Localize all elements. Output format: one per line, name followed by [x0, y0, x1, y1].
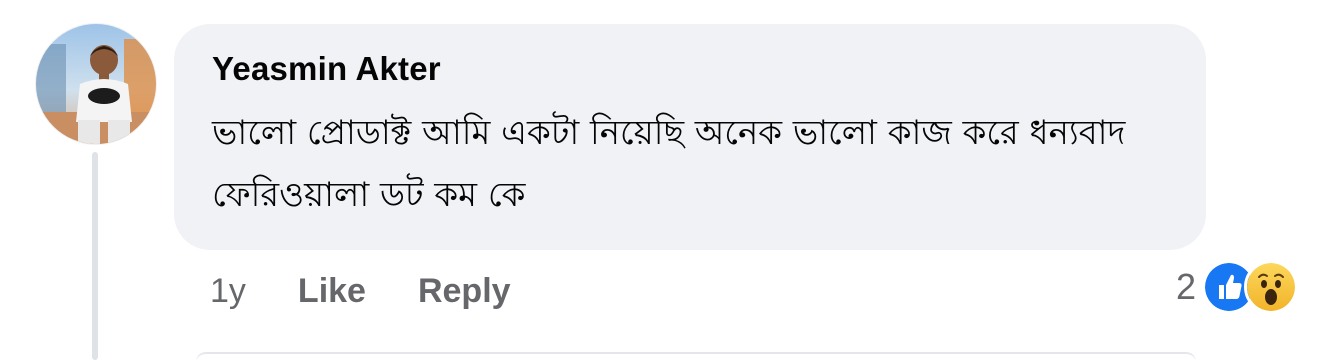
comment-container: Yeasmin Akter ভালো প্রোডাক্ট আমি একটা নি… [0, 0, 1320, 360]
comment-timestamp[interactable]: 1y [210, 272, 246, 311]
avatar-photo-icon [36, 24, 156, 144]
reaction-summary[interactable]: 2 [1175, 260, 1298, 314]
comment-author-name[interactable]: Yeasmin Akter [212, 50, 441, 88]
comment-actions: 1y Like Reply [210, 268, 511, 314]
avatar[interactable] [36, 24, 156, 144]
wow-reaction-icon [1244, 260, 1298, 314]
comment-text: ভালো প্রোডাক্ট আমি একটা নিয়েছি অনেক ভাল… [212, 113, 1126, 215]
reaction-count: 2 [1175, 266, 1196, 307]
thread-line [92, 152, 98, 360]
next-comment-edge [196, 352, 1196, 360]
like-button[interactable]: Like [298, 272, 366, 311]
wow-reaction-wrap [1244, 260, 1298, 314]
reply-button[interactable]: Reply [418, 272, 511, 311]
comment-bubble: Yeasmin Akter ভালো প্রোডাক্ট আমি একটা নি… [174, 24, 1206, 250]
